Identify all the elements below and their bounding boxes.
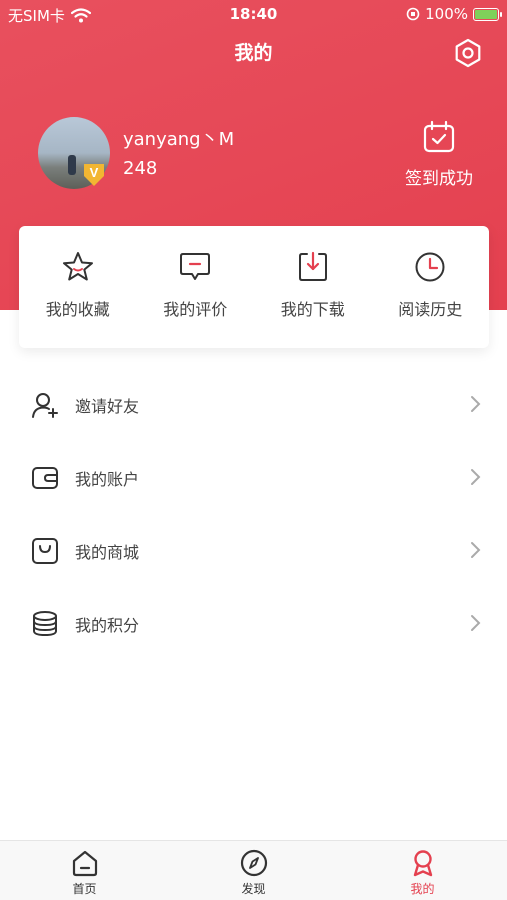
clock-icon	[415, 252, 445, 282]
menu-item-label: 邀请好友	[75, 396, 140, 416]
orientation-lock-icon	[406, 7, 420, 21]
wallet-icon	[32, 466, 58, 489]
signin-button[interactable]: 签到成功	[398, 120, 480, 189]
menu-item-mall[interactable]: 我的商城	[0, 514, 507, 587]
quick-action-reviews[interactable]: 我的评价	[137, 226, 255, 348]
profile-icon	[413, 850, 432, 877]
tab-discover[interactable]: 发现	[169, 841, 338, 900]
username: yanyang丶M	[123, 129, 235, 150]
quick-action-label: 我的下载	[280, 300, 345, 319]
battery-icon	[473, 7, 502, 21]
tab-mine[interactable]: 我的	[338, 841, 507, 900]
chevron-right-icon	[471, 396, 481, 412]
home-icon	[72, 850, 97, 877]
tab-label: 发现	[241, 882, 266, 896]
chevron-right-icon	[471, 469, 481, 485]
tab-label: 我的	[410, 882, 435, 896]
signin-label: 签到成功	[405, 169, 473, 189]
quick-action-label: 阅读历史	[398, 300, 463, 319]
tab-home[interactable]: 首页	[0, 841, 169, 900]
compass-icon	[240, 849, 267, 877]
menu-item-label: 我的账户	[75, 469, 140, 489]
status-bar: 无SIM卡 18:40 100%	[0, 0, 507, 30]
vip-badge-icon: V	[84, 164, 104, 186]
tab-bar: 首页 发现 我的	[0, 840, 507, 900]
quick-action-history[interactable]: 阅读历史	[372, 226, 490, 348]
points-count: 248	[123, 158, 158, 179]
menu-item-account[interactable]: 我的账户	[0, 441, 507, 514]
menu-list: 邀请好友 我的账户 我的商城 我的积分	[0, 368, 507, 660]
download-icon	[298, 251, 327, 281]
calendar-check-icon	[423, 120, 455, 153]
coins-icon	[33, 610, 57, 636]
battery-percent: 100%	[425, 5, 468, 23]
quick-action-favorites[interactable]: 我的收藏	[19, 226, 137, 348]
menu-item-label: 我的商城	[75, 542, 140, 562]
menu-item-invite-friends[interactable]: 邀请好友	[0, 368, 507, 441]
tab-label: 首页	[72, 882, 97, 896]
quick-action-downloads[interactable]: 我的下载	[254, 226, 372, 348]
menu-item-label: 我的积分	[75, 615, 140, 635]
shopping-bag-icon	[32, 537, 58, 564]
quick-action-label: 我的评价	[163, 300, 228, 319]
menu-item-points[interactable]: 我的积分	[0, 587, 507, 660]
svg-text:V: V	[90, 165, 99, 180]
star-icon	[62, 252, 93, 281]
quick-actions-card: 我的收藏 我的评价 我的下载 阅读历史	[19, 226, 489, 348]
add-user-icon	[32, 392, 58, 418]
quick-action-label: 我的收藏	[45, 300, 110, 319]
chevron-right-icon	[471, 542, 481, 558]
chevron-right-icon	[471, 615, 481, 631]
settings-icon[interactable]	[453, 38, 483, 68]
page-title: 我的	[234, 42, 273, 64]
comment-icon	[180, 253, 211, 280]
